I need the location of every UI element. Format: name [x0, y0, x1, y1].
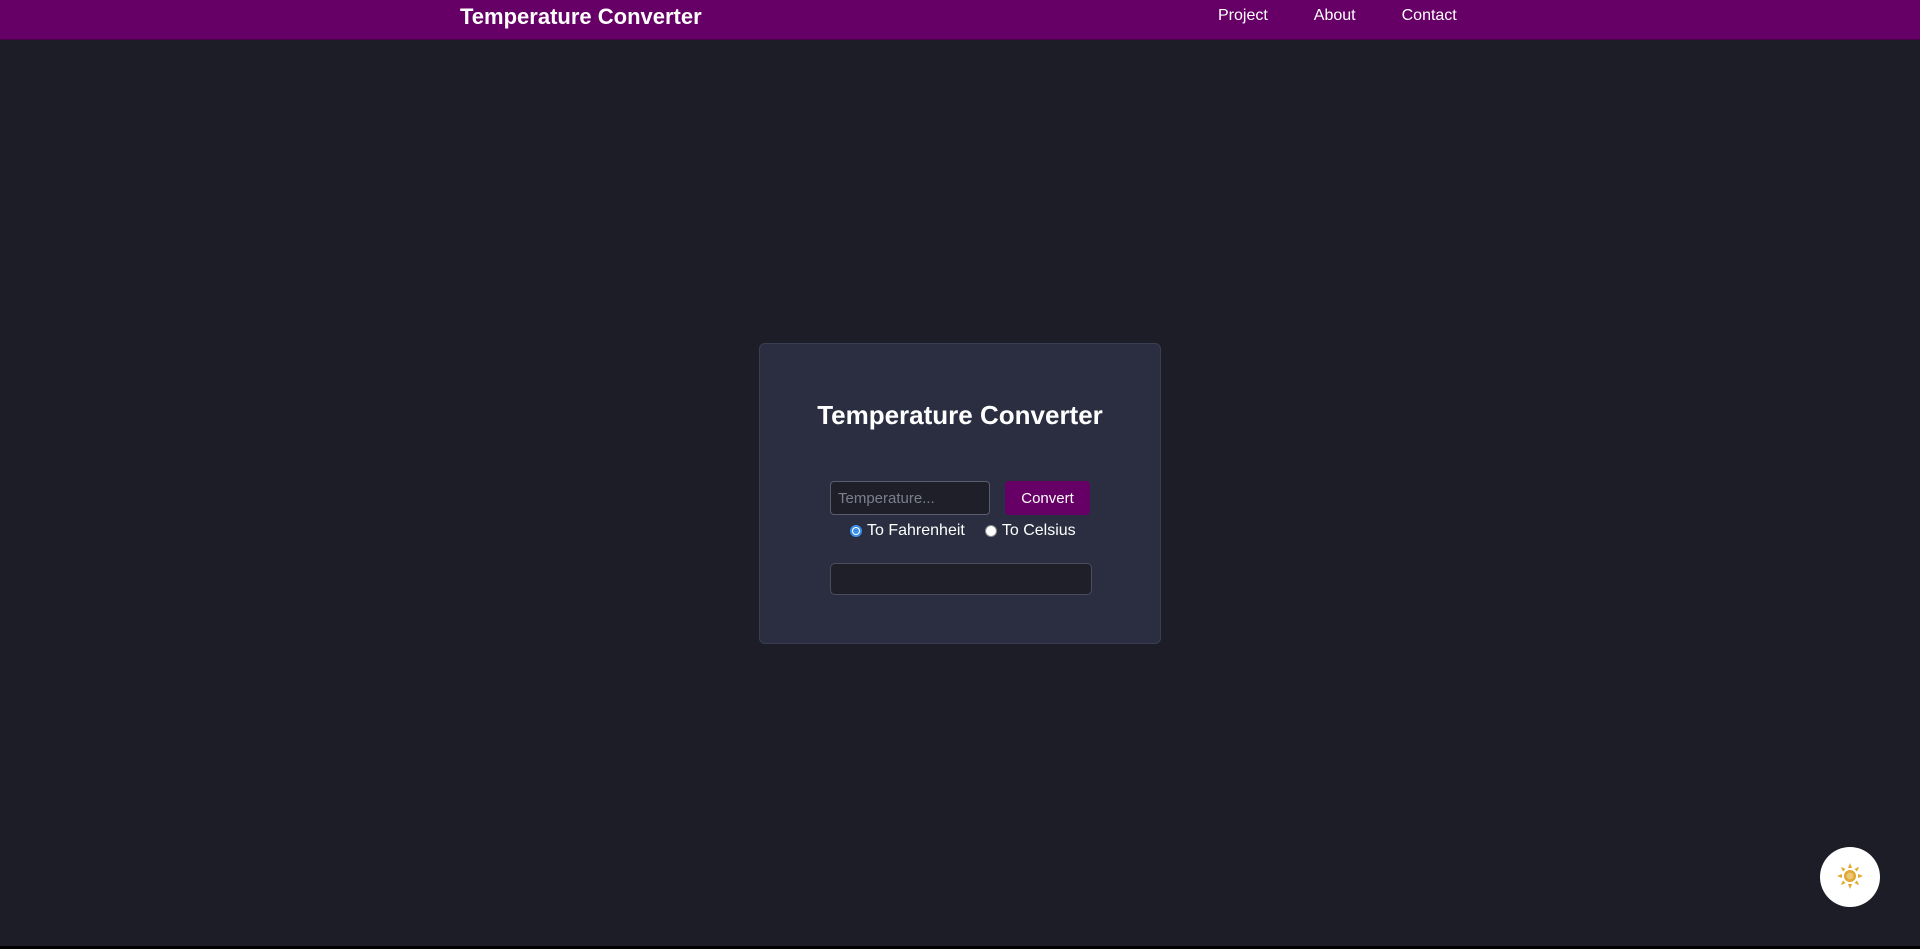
result-output [830, 563, 1092, 595]
nav-link-about[interactable]: About [1314, 7, 1356, 25]
nav-link-project[interactable]: Project [1218, 7, 1268, 25]
converter-card: Temperature Converter Convert To Fahrenh… [759, 343, 1161, 644]
top-navbar: Temperature Converter Project About Cont… [0, 0, 1920, 40]
temperature-input[interactable] [830, 481, 990, 515]
convert-button[interactable]: Convert [1005, 481, 1090, 515]
nav-links: Project About Contact [1218, 7, 1457, 25]
card-title: Temperature Converter [817, 400, 1103, 430]
radio-to-fahrenheit[interactable]: To Fahrenheit [850, 522, 965, 540]
radio-label-fahrenheit: To Fahrenheit [867, 522, 965, 539]
brand-title[interactable]: Temperature Converter [460, 4, 702, 30]
sun-icon [1836, 862, 1864, 893]
radio-button-fahrenheit[interactable] [850, 525, 862, 537]
unit-radio-group: To Fahrenheit To Celsius [850, 522, 1076, 540]
nav-link-contact[interactable]: Contact [1402, 7, 1457, 25]
theme-toggle-button[interactable] [1820, 847, 1880, 907]
radio-to-celsius[interactable]: To Celsius [984, 522, 1076, 540]
radio-button-celsius[interactable] [984, 525, 997, 537]
radio-label-celsius: To Celsius [1001, 522, 1076, 539]
